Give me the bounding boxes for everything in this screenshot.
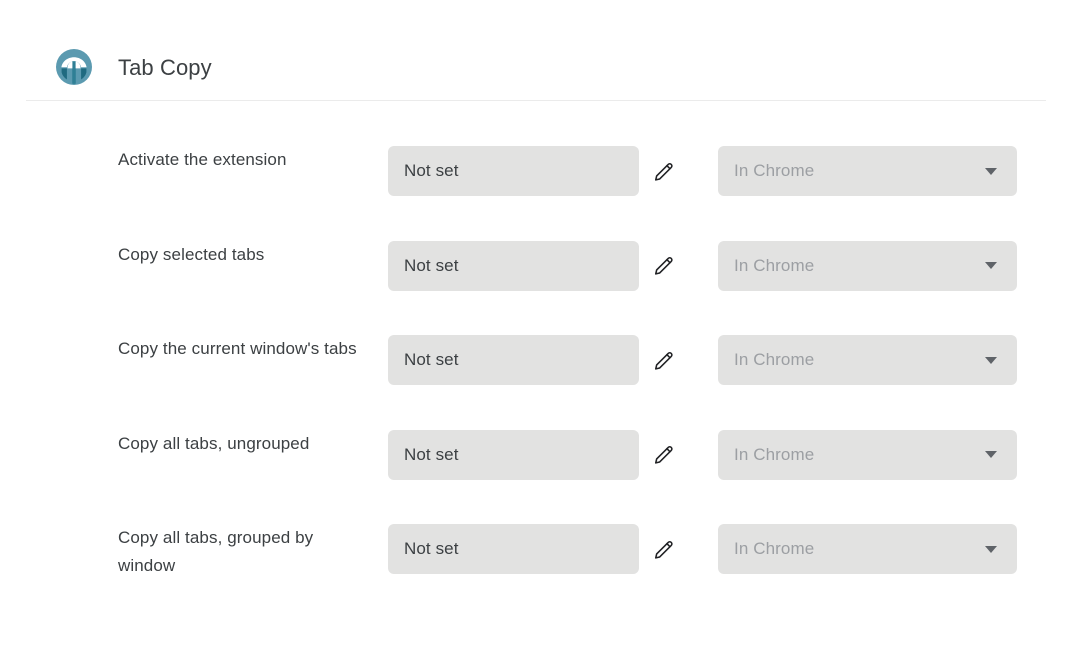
command-label: Activate the extension xyxy=(118,150,287,169)
shortcut-input[interactable]: Not set xyxy=(388,240,639,291)
scope-dropdown[interactable]: In Chrome xyxy=(718,429,1017,480)
pencil-icon xyxy=(653,349,675,374)
page-header: Tab Copy xyxy=(0,0,1072,101)
shortcut-input[interactable]: Not set xyxy=(388,429,639,480)
extension-shortcuts-page: Tab Copy Activate the extension Not set … xyxy=(0,0,1072,658)
command-row: Activate the extension Not set In Chrome xyxy=(0,101,1072,196)
command-label: Copy the current window's tabs xyxy=(118,339,357,359)
pencil-icon xyxy=(653,443,675,468)
scope-dropdown[interactable]: In Chrome xyxy=(718,146,1017,196)
scope-dropdown[interactable]: In Chrome xyxy=(718,240,1017,291)
command-row: Copy all tabs, ungrouped Not set In Chro… xyxy=(0,385,1072,480)
command-row: Copy all tabs, grouped by window Not set… xyxy=(0,479,1072,575)
edit-shortcut-button[interactable] xyxy=(649,535,679,565)
command-label: Copy all tabs, grouped by window xyxy=(118,528,314,576)
scope-dropdown-value: In Chrome xyxy=(734,350,815,370)
edit-shortcut-button[interactable] xyxy=(649,252,679,282)
pencil-icon xyxy=(653,160,675,185)
chevron-down-icon xyxy=(985,356,997,364)
tab-copy-logo-icon xyxy=(55,48,93,86)
scope-dropdown-value: In Chrome xyxy=(734,539,815,559)
command-label: Copy all tabs, ungrouped xyxy=(118,433,310,453)
chevron-down-icon xyxy=(985,545,997,553)
scope-dropdown[interactable]: In Chrome xyxy=(718,524,1017,575)
shortcut-commands-list: Activate the extension Not set In Chrome… xyxy=(0,101,1072,575)
scope-dropdown[interactable]: In Chrome xyxy=(718,335,1017,386)
chevron-down-icon xyxy=(985,262,997,270)
command-label: Copy selected tabs xyxy=(118,244,265,264)
shortcut-input[interactable]: Not set xyxy=(388,335,639,386)
edit-shortcut-button[interactable] xyxy=(649,441,679,471)
edit-shortcut-button[interactable] xyxy=(649,346,679,376)
scope-dropdown-value: In Chrome xyxy=(734,444,815,464)
chevron-down-icon xyxy=(985,167,997,175)
shortcut-input[interactable]: Not set xyxy=(388,146,639,196)
shortcut-input[interactable]: Not set xyxy=(388,524,639,575)
pencil-icon xyxy=(653,538,675,563)
command-row: Copy the current window's tabs Not set I… xyxy=(0,290,1072,386)
pencil-icon xyxy=(653,254,675,279)
command-row: Copy selected tabs Not set In Chrome xyxy=(0,196,1072,291)
chevron-down-icon xyxy=(985,451,997,459)
scope-dropdown-value: In Chrome xyxy=(734,161,815,180)
edit-shortcut-button[interactable] xyxy=(649,157,679,187)
page-title: Tab Copy xyxy=(118,55,212,80)
scope-dropdown-value: In Chrome xyxy=(734,255,815,275)
